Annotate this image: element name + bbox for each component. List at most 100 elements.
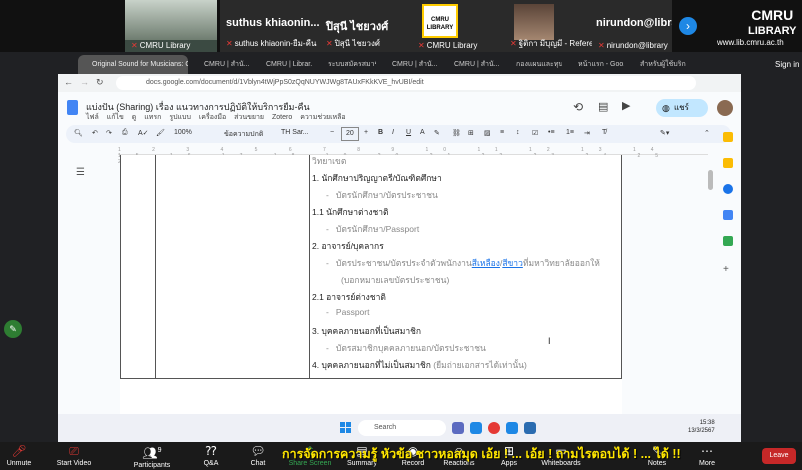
screen: ✕ CMRU Library suthus khiaonin... ✕ suthus… [0, 0, 802, 470]
avatar[interactable] [717, 100, 733, 116]
tab[interactable]: กองแผนและทุน... [502, 55, 562, 74]
taskbar-search-input[interactable]: Search [358, 420, 446, 436]
participant-tile[interactable]: ✕ CMRU Library [125, 0, 217, 52]
spellcheck-icon[interactable]: A✓ [138, 129, 149, 137]
back-icon[interactable]: ← [64, 77, 73, 87]
start-video-button[interactable]: ⎚ Start Video [54, 444, 94, 467]
highlight-icon[interactable]: ✎ [434, 129, 440, 137]
redo-icon[interactable]: ↷ [106, 129, 112, 137]
menu-edit[interactable]: แก้ไข [107, 114, 124, 121]
undo-icon[interactable]: ↶ [92, 129, 98, 137]
edge-icon[interactable] [470, 422, 482, 434]
chrome-icon[interactable] [488, 422, 500, 434]
menu-view[interactable]: ดู [132, 114, 137, 121]
reload-icon[interactable]: ↻ [96, 77, 104, 88]
list-item: - บัตรนักศึกษา/Passport [326, 224, 420, 234]
participant-tile[interactable]: CMRU LIBRARY ✕ CMRU Library [412, 0, 504, 52]
line-spacing-icon[interactable]: ↕ [516, 129, 520, 136]
menu-insert[interactable]: แทรก [144, 114, 161, 121]
scrollbar[interactable] [708, 170, 713, 190]
text-color-icon[interactable]: A [420, 129, 425, 136]
video-feed-image [125, 0, 217, 40]
menu-tools[interactable]: เครื่องมือ [199, 114, 226, 121]
task-view-icon[interactable] [452, 422, 464, 434]
comment-add-icon[interactable]: ⊞ [468, 129, 474, 137]
pencil-annotate-icon[interactable]: ✎ [4, 320, 22, 338]
share-button[interactable]: ◍ แชร์ [656, 99, 708, 117]
print-icon[interactable]: ⎙ [122, 129, 128, 137]
tab[interactable]: CMRU | สำนั... [440, 55, 500, 74]
search-menus-icon[interactable]: 🔍︎ [74, 129, 83, 137]
outline-icon[interactable]: ☰ [76, 167, 85, 178]
menu-help[interactable]: ความช่วยเหลือ [300, 114, 345, 121]
link-white[interactable]: สีขาว [502, 258, 523, 268]
link-yellow[interactable]: สีเหลือง [472, 258, 500, 268]
italic-icon[interactable]: I [392, 129, 394, 136]
paint-format-icon[interactable]: 🖌︎ [156, 129, 165, 137]
zoom-app-icon[interactable] [506, 422, 518, 434]
document-page[interactable]: วิทยาเขต 1. นักศึกษาปริญญาตรี/บัณฑิตศึกษ… [120, 155, 622, 442]
font-select[interactable]: TH Sar... [281, 129, 309, 136]
tab[interactable]: CMRU | สำนั... [378, 55, 438, 74]
align-icon[interactable]: ≡ [500, 129, 504, 136]
clock-date: 13/3/2567 [688, 428, 715, 434]
style-select[interactable]: ข้อความปกติ [224, 129, 263, 140]
bullet-list-icon[interactable]: •≡ [548, 129, 555, 136]
share-label: แชร์ [674, 103, 689, 112]
tab[interactable]: CMRU | Librar... [252, 55, 312, 74]
meet-icon[interactable]: ▶ [622, 99, 630, 112]
participant-tile[interactable]: ปิสุนี ไชยวงศ์ ✕ ปิสุนี ไชยวงศ์ [320, 0, 412, 52]
participant-name: suthus khiaonin-ยืม-คืน [234, 39, 317, 48]
chat-button[interactable]: 💬︎ Chat [244, 444, 272, 467]
keep-icon[interactable] [723, 132, 733, 142]
table-column-divider [309, 155, 310, 379]
image-icon[interactable]: ▨ [484, 129, 491, 137]
link-icon[interactable]: ⛓︎ [452, 129, 461, 137]
clear-format-icon[interactable]: T̸ [602, 129, 606, 136]
docs-logo-icon[interactable] [67, 100, 78, 115]
menu-file[interactable]: ไฟล์ [86, 114, 99, 121]
participant-tile[interactable]: suthus khiaonin... ✕ suthus khiaonin-ยืม-… [220, 0, 320, 52]
url-input[interactable]: docs.google.com/document/d/1Vblyn4tWjPpS… [116, 76, 696, 90]
menu-format[interactable]: รูปแบบ [169, 114, 191, 121]
participant-tile[interactable]: ✕ฐิติกา มีบุญมี - Reference [504, 0, 592, 52]
add-addon-icon[interactable]: + [723, 264, 729, 275]
bold-icon[interactable]: B [378, 129, 383, 136]
formatting-toolbar: 🔍︎ ↶ ↷ ⎙ A✓ 🖌︎ 100% ข้อความปกติ TH Sar..… [66, 125, 731, 143]
unmute-button[interactable]: 🎤︎ Unmute [4, 444, 34, 467]
increase-font-icon[interactable]: + [364, 129, 368, 136]
history-icon[interactable]: ⟲ [573, 100, 583, 114]
checklist-icon[interactable]: ☑ [532, 129, 538, 137]
menu-zotero[interactable]: Zotero [272, 114, 292, 121]
forward-icon[interactable]: → [80, 77, 89, 87]
leave-button[interactable]: Leave [762, 448, 796, 464]
menu-extensions[interactable]: ส่วนขยาย [234, 114, 264, 121]
windows-start-icon[interactable] [340, 422, 352, 434]
word-icon[interactable] [524, 422, 536, 434]
decrease-font-icon[interactable]: − [330, 129, 334, 136]
editing-mode-icon[interactable]: ✎▾ [660, 129, 669, 137]
comment-icon[interactable]: ▤ [598, 100, 608, 113]
contacts-icon[interactable] [723, 210, 733, 220]
sign-in-link[interactable]: Sign in [775, 60, 799, 69]
numbered-list-icon[interactable]: 1≡ [566, 129, 574, 136]
tab[interactable]: หน้าแรก - Goo... [564, 55, 624, 74]
tab[interactable]: ระบบสมัครสมาชิก... [314, 55, 376, 74]
tab[interactable]: CMRU | สำนั... [190, 55, 250, 74]
indent-icon[interactable]: ⇥ [584, 129, 590, 137]
calendar-icon[interactable] [723, 184, 733, 194]
underline-icon[interactable]: U [406, 129, 411, 136]
more-button[interactable]: ⋯ More [694, 444, 720, 467]
zoom-select[interactable]: 100% [174, 129, 192, 136]
participant-tile[interactable]: nirundon@library ✕nirundon@library [592, 0, 672, 52]
left-panel [0, 52, 58, 442]
tab-original-sound[interactable]: Original Sound for Musicians: Off [78, 55, 188, 74]
font-size-input[interactable]: 20 [341, 127, 359, 141]
maps-icon[interactable] [723, 236, 733, 246]
tab[interactable]: สำหรับผู้ใช้บริก... [626, 55, 686, 74]
qa-button[interactable]: ⁇ Q&A [198, 444, 224, 467]
next-page-arrow-icon[interactable]: › [679, 17, 697, 35]
collapse-toolbar-icon[interactable]: ⌃ [704, 129, 710, 137]
tasks-icon[interactable] [723, 158, 733, 168]
participants-button[interactable]: 👥︎9 Participants [132, 444, 172, 469]
